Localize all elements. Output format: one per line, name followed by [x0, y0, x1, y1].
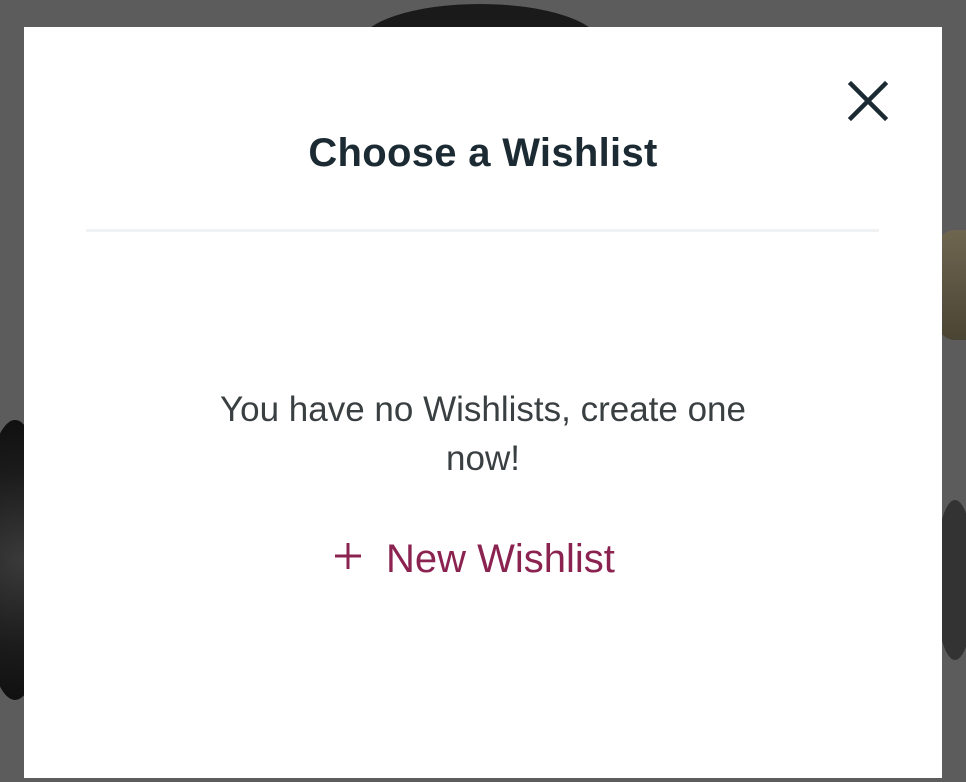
modal-title: Choose a Wishlist	[308, 131, 658, 175]
new-wishlist-label: New Wishlist	[386, 536, 615, 581]
new-wishlist-button[interactable]: New Wishlist	[334, 533, 615, 585]
close-icon	[847, 80, 889, 122]
plus-icon	[334, 542, 362, 570]
wishlist-modal: Choose a Wishlist You have no Wishlists,…	[24, 27, 942, 778]
close-button[interactable]	[846, 79, 890, 123]
empty-state-message: You have no Wishlists, create one now!	[220, 390, 746, 478]
divider	[86, 229, 879, 232]
